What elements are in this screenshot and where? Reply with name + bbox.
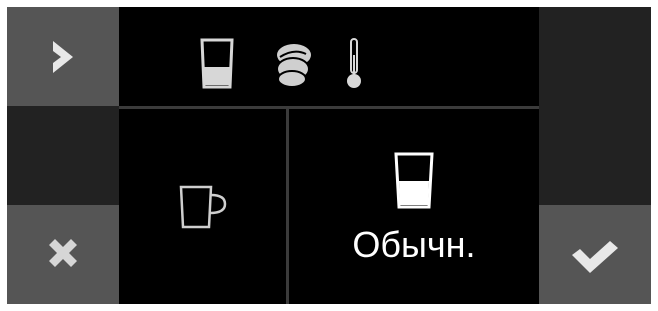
thermometer-icon — [344, 37, 364, 98]
beans-icon — [274, 42, 314, 92]
cup-fill-icon — [394, 152, 434, 208]
forward-button[interactable] — [7, 7, 119, 106]
option-label: Обычн. — [352, 223, 476, 265]
option-mug[interactable] — [119, 109, 286, 304]
close-icon — [49, 238, 77, 267]
checkmark-icon — [572, 240, 618, 273]
confirm-button[interactable] — [539, 205, 651, 304]
cancel-button[interactable] — [7, 205, 119, 304]
cup-fill-icon — [199, 37, 235, 96]
right-middle-tile — [539, 106, 651, 205]
parameter-bar — [119, 7, 539, 106]
option-normal[interactable]: Обычн. — [289, 109, 539, 304]
coffee-mug-icon — [179, 185, 226, 228]
coffee-machine-screen: Обычн. — [7, 7, 651, 304]
right-top-tile — [539, 7, 651, 106]
chevron-right-icon — [53, 40, 73, 73]
left-spacer-tile — [7, 106, 119, 205]
